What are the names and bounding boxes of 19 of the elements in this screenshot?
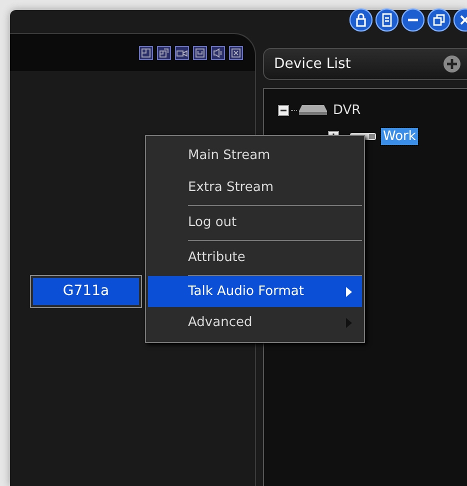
restore-icon[interactable]	[427, 8, 451, 32]
menu-item[interactable]: Talk Audio Format	[148, 276, 362, 307]
menu-item[interactable]: Advanced	[148, 307, 362, 338]
submenu-arrow-icon	[346, 287, 352, 297]
add-icon[interactable]	[443, 55, 461, 73]
menu-item[interactable]: Main Stream	[148, 140, 362, 171]
dvr-icon	[299, 104, 327, 116]
submenu-arrow-icon	[346, 318, 352, 328]
layout-icon[interactable]	[139, 46, 153, 60]
tree-item[interactable]: DVR	[331, 102, 363, 118]
close-icon[interactable]	[229, 46, 243, 60]
panel-title: Device List	[274, 56, 351, 72]
menu-item[interactable]: G711a	[33, 278, 139, 305]
lock-icon[interactable]	[349, 8, 373, 32]
minimize-icon[interactable]	[401, 8, 425, 32]
speaker-icon[interactable]	[211, 46, 225, 60]
grid-icon[interactable]	[157, 46, 171, 60]
list-icon[interactable]	[375, 8, 399, 32]
collapse-icon[interactable]	[278, 104, 289, 116]
